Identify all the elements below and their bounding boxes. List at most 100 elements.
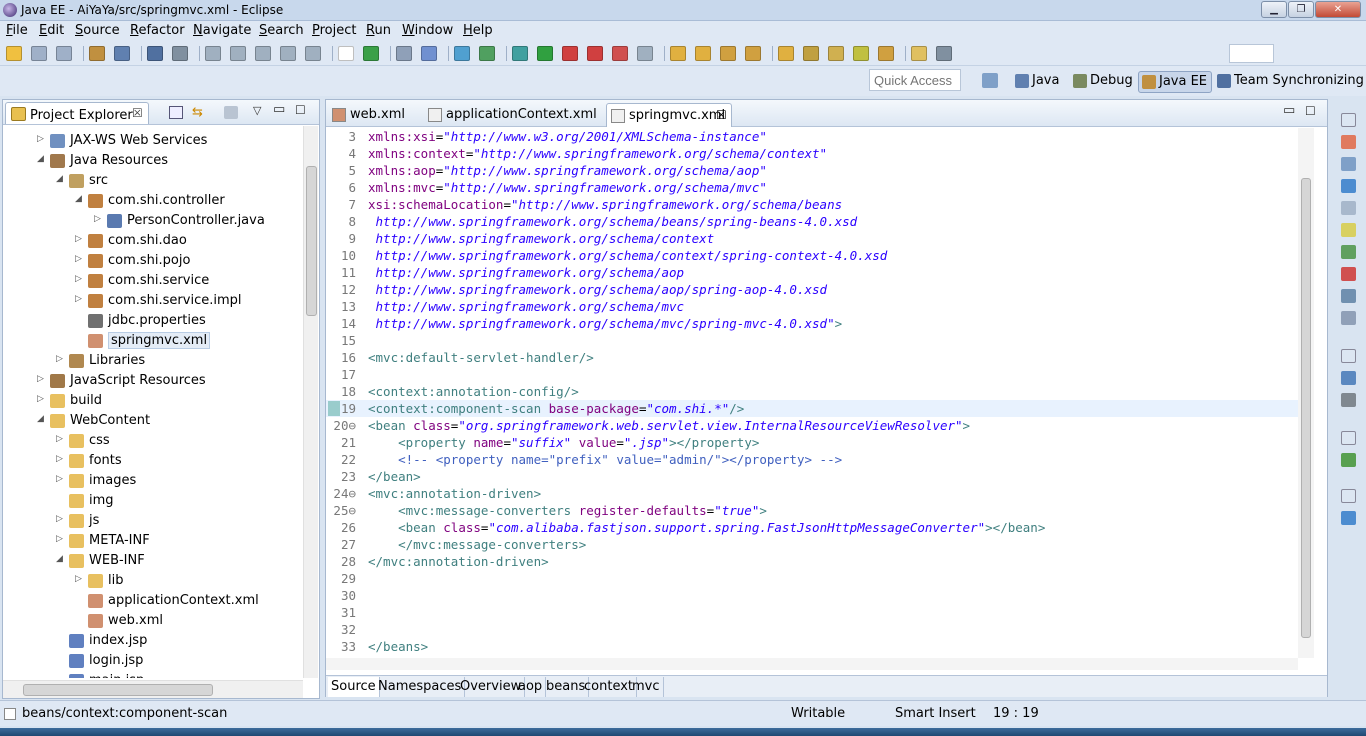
code-line[interactable]: 3 xmlns:xsi="http://www.w3.org/2001/XMLSc… bbox=[326, 128, 1298, 145]
expand-arrow-icon[interactable]: ▷ bbox=[37, 374, 47, 384]
code-line[interactable]: 11 http://www.springframework.org/schema… bbox=[326, 264, 1298, 281]
toolbar-action-icon[interactable] bbox=[454, 46, 470, 61]
perspective-team-synchronizing[interactable]: Team Synchronizing bbox=[1214, 71, 1366, 93]
code-line[interactable]: 14 http://www.springframework.org/schema… bbox=[326, 315, 1298, 332]
outline-icon[interactable] bbox=[1341, 157, 1356, 171]
toolbar-action-icon[interactable] bbox=[512, 46, 528, 61]
editor-horizontal-scrollbar[interactable] bbox=[326, 658, 1298, 670]
toolbar-action-icon[interactable] bbox=[562, 46, 578, 61]
expand-arrow-icon[interactable]: ▷ bbox=[37, 134, 47, 144]
toolbar-action-icon[interactable] bbox=[56, 46, 72, 61]
code-line[interactable]: 13 http://www.springframework.org/schema… bbox=[326, 298, 1298, 315]
code-line[interactable]: 33 </beans> bbox=[326, 638, 1298, 655]
expand-arrow-icon[interactable]: ▷ bbox=[56, 434, 66, 444]
code-line[interactable]: 30 bbox=[326, 587, 1298, 604]
minimize-editor-icon[interactable]: ▭ bbox=[1283, 103, 1295, 118]
data-source-icon[interactable] bbox=[1341, 289, 1356, 303]
code-line[interactable]: 20⊖ <bean class="org.springframework.web.… bbox=[326, 417, 1298, 434]
tree-item[interactable]: ▷ css bbox=[3, 431, 303, 451]
tree-item[interactable]: ▷ META-INF bbox=[3, 531, 303, 551]
code-line[interactable]: 18 <context:annotation-config/> bbox=[326, 383, 1298, 400]
menu-refactor[interactable]: Refactor bbox=[130, 23, 185, 38]
editor-tab-springmvc-xml[interactable]: springmvc.xml ☒ bbox=[606, 103, 732, 127]
tree-item[interactable]: index.jsp bbox=[3, 631, 303, 651]
toolbar-action-icon[interactable] bbox=[6, 46, 22, 61]
code-line[interactable]: 8 http://www.springframework.org/schema/… bbox=[326, 213, 1298, 230]
tree-item[interactable]: ◢ Java Resources bbox=[3, 151, 303, 171]
code-line[interactable]: 24⊖ <mvc:annotation-driven> bbox=[326, 485, 1298, 502]
menu-file[interactable]: File bbox=[6, 23, 28, 38]
code-line[interactable]: 27 </mvc:message-converters> bbox=[326, 536, 1298, 553]
tree-item[interactable]: img bbox=[3, 491, 303, 511]
expand-arrow-icon[interactable]: ▷ bbox=[56, 514, 66, 524]
toolbar-action-icon[interactable] bbox=[670, 46, 686, 61]
expand-arrow-icon[interactable]: ▷ bbox=[56, 534, 66, 544]
tree-item[interactable]: main.jsp bbox=[3, 671, 303, 678]
code-line[interactable]: 28 </mvc:annotation-driven> bbox=[326, 553, 1298, 570]
menu-navigate[interactable]: Navigate bbox=[193, 23, 251, 38]
minimize-view-icon[interactable]: ▭ bbox=[273, 102, 285, 117]
tree-item[interactable]: ▷ com.shi.service.impl bbox=[3, 291, 303, 311]
markers-icon[interactable] bbox=[1341, 453, 1356, 467]
restore-icon[interactable] bbox=[1341, 349, 1356, 363]
toolbar-action-icon[interactable] bbox=[695, 46, 711, 61]
tree-item[interactable]: ▷ com.shi.pojo bbox=[3, 251, 303, 271]
toolbar-action-icon[interactable] bbox=[720, 46, 736, 61]
toolbar-action-icon[interactable] bbox=[114, 46, 130, 61]
toolbar-action-icon[interactable] bbox=[803, 46, 819, 61]
menu-project[interactable]: Project bbox=[312, 23, 357, 38]
toolbar-action-icon[interactable] bbox=[853, 46, 869, 61]
toolbar-action-icon[interactable] bbox=[230, 46, 246, 61]
code-line[interactable]: 10 http://www.springframework.org/schema… bbox=[326, 247, 1298, 264]
menu-edit[interactable]: Edit bbox=[39, 23, 64, 38]
restore-icon[interactable] bbox=[1341, 431, 1356, 445]
toolbar-action-icon[interactable] bbox=[396, 46, 412, 61]
properties-icon[interactable] bbox=[1341, 201, 1356, 215]
collapse-arrow-icon[interactable]: ◢ bbox=[56, 174, 66, 184]
menu-help[interactable]: Help bbox=[463, 23, 493, 38]
toolbar-action-icon[interactable] bbox=[363, 46, 379, 61]
restore-icon[interactable] bbox=[1341, 113, 1356, 127]
code-line[interactable]: 31 bbox=[326, 604, 1298, 621]
restore-icon[interactable] bbox=[1341, 489, 1356, 503]
tree-item[interactable]: login.jsp bbox=[3, 651, 303, 671]
page-tab-mvc[interactable]: mvc bbox=[629, 677, 664, 697]
snippets-icon[interactable] bbox=[1341, 223, 1356, 237]
tree-item[interactable]: jdbc.properties bbox=[3, 311, 303, 331]
toolbar-action-icon[interactable] bbox=[421, 46, 437, 61]
tree-item[interactable]: ◢ WebContent bbox=[3, 411, 303, 431]
menu-source[interactable]: Source bbox=[75, 23, 120, 38]
maximize-editor-icon[interactable]: ☐ bbox=[1305, 104, 1316, 118]
tree-item[interactable]: web.xml bbox=[3, 611, 303, 631]
expand-arrow-icon[interactable]: ▷ bbox=[94, 214, 104, 224]
toolbar-action-icon[interactable] bbox=[612, 46, 628, 61]
toolbar-action-icon[interactable] bbox=[305, 46, 321, 61]
editor-tab-web-xml[interactable]: web.xml bbox=[328, 103, 420, 127]
toolbar-action-icon[interactable] bbox=[89, 46, 105, 61]
editor-tab-applicationcontext-xml[interactable]: applicationContext.xml bbox=[424, 103, 602, 127]
code-line[interactable]: 26 <bean class="com.alibaba.fastjson.sup… bbox=[326, 519, 1298, 536]
page-tab-namespaces[interactable]: Namespaces bbox=[375, 677, 466, 697]
toolbar-action-icon[interactable] bbox=[147, 46, 163, 61]
tree-item[interactable]: ▷ fonts bbox=[3, 451, 303, 471]
explorer-vertical-scrollbar[interactable] bbox=[303, 126, 318, 678]
code-line[interactable]: 19 <context:component-scan base-package="… bbox=[326, 400, 1298, 417]
page-tab-aop[interactable]: aop bbox=[515, 677, 547, 697]
toolbar-action-icon[interactable] bbox=[255, 46, 271, 61]
code-area[interactable]: 3 xmlns:xsi="http://www.w3.org/2001/XMLSc… bbox=[326, 128, 1298, 658]
code-line[interactable]: 7 xsi:schemaLocation="http://www.springfr… bbox=[326, 196, 1298, 213]
code-line[interactable]: 5 xmlns:aop="http://www.springframework.o… bbox=[326, 162, 1298, 179]
code-line[interactable]: 25⊖ <mvc:message-converters register-def… bbox=[326, 502, 1298, 519]
page-tab-source[interactable]: Source bbox=[328, 677, 380, 697]
tree-item[interactable]: applicationContext.xml bbox=[3, 591, 303, 611]
view-menu-icon[interactable]: ▽ bbox=[253, 104, 261, 117]
perspective-java[interactable]: Java bbox=[1012, 71, 1063, 93]
link-with-editor-icon[interactable]: ⇆ bbox=[192, 105, 203, 120]
code-line[interactable]: 4 xmlns:context="http://www.springframewo… bbox=[326, 145, 1298, 162]
toolbar-action-icon[interactable] bbox=[828, 46, 844, 61]
code-line[interactable]: 6 xmlns:mvc="http://www.springframework.o… bbox=[326, 179, 1298, 196]
toolbar-action-icon[interactable] bbox=[911, 46, 927, 61]
task-list-icon[interactable] bbox=[1341, 135, 1356, 149]
hierarchy-icon[interactable] bbox=[1341, 371, 1356, 385]
collapse-arrow-icon[interactable]: ◢ bbox=[37, 414, 47, 424]
